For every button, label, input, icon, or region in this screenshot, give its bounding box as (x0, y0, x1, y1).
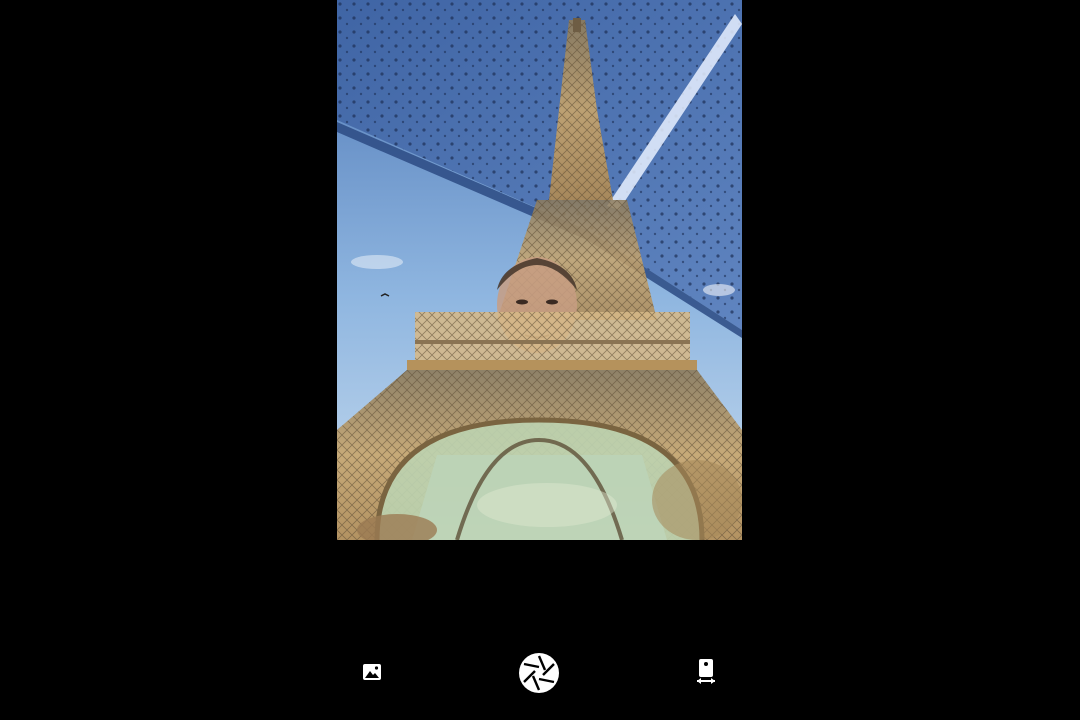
gallery-icon (363, 664, 381, 680)
gallery-button[interactable] (356, 656, 388, 688)
switch-camera-icon (697, 659, 715, 684)
preview-image (337, 0, 742, 540)
camera-app (0, 0, 1080, 720)
switch-camera-button[interactable] (690, 654, 722, 690)
camera-controls-bar (0, 640, 1080, 706)
shutter-button[interactable] (516, 650, 562, 696)
camera-viewfinder[interactable] (337, 0, 742, 540)
shutter-icon (519, 653, 559, 693)
